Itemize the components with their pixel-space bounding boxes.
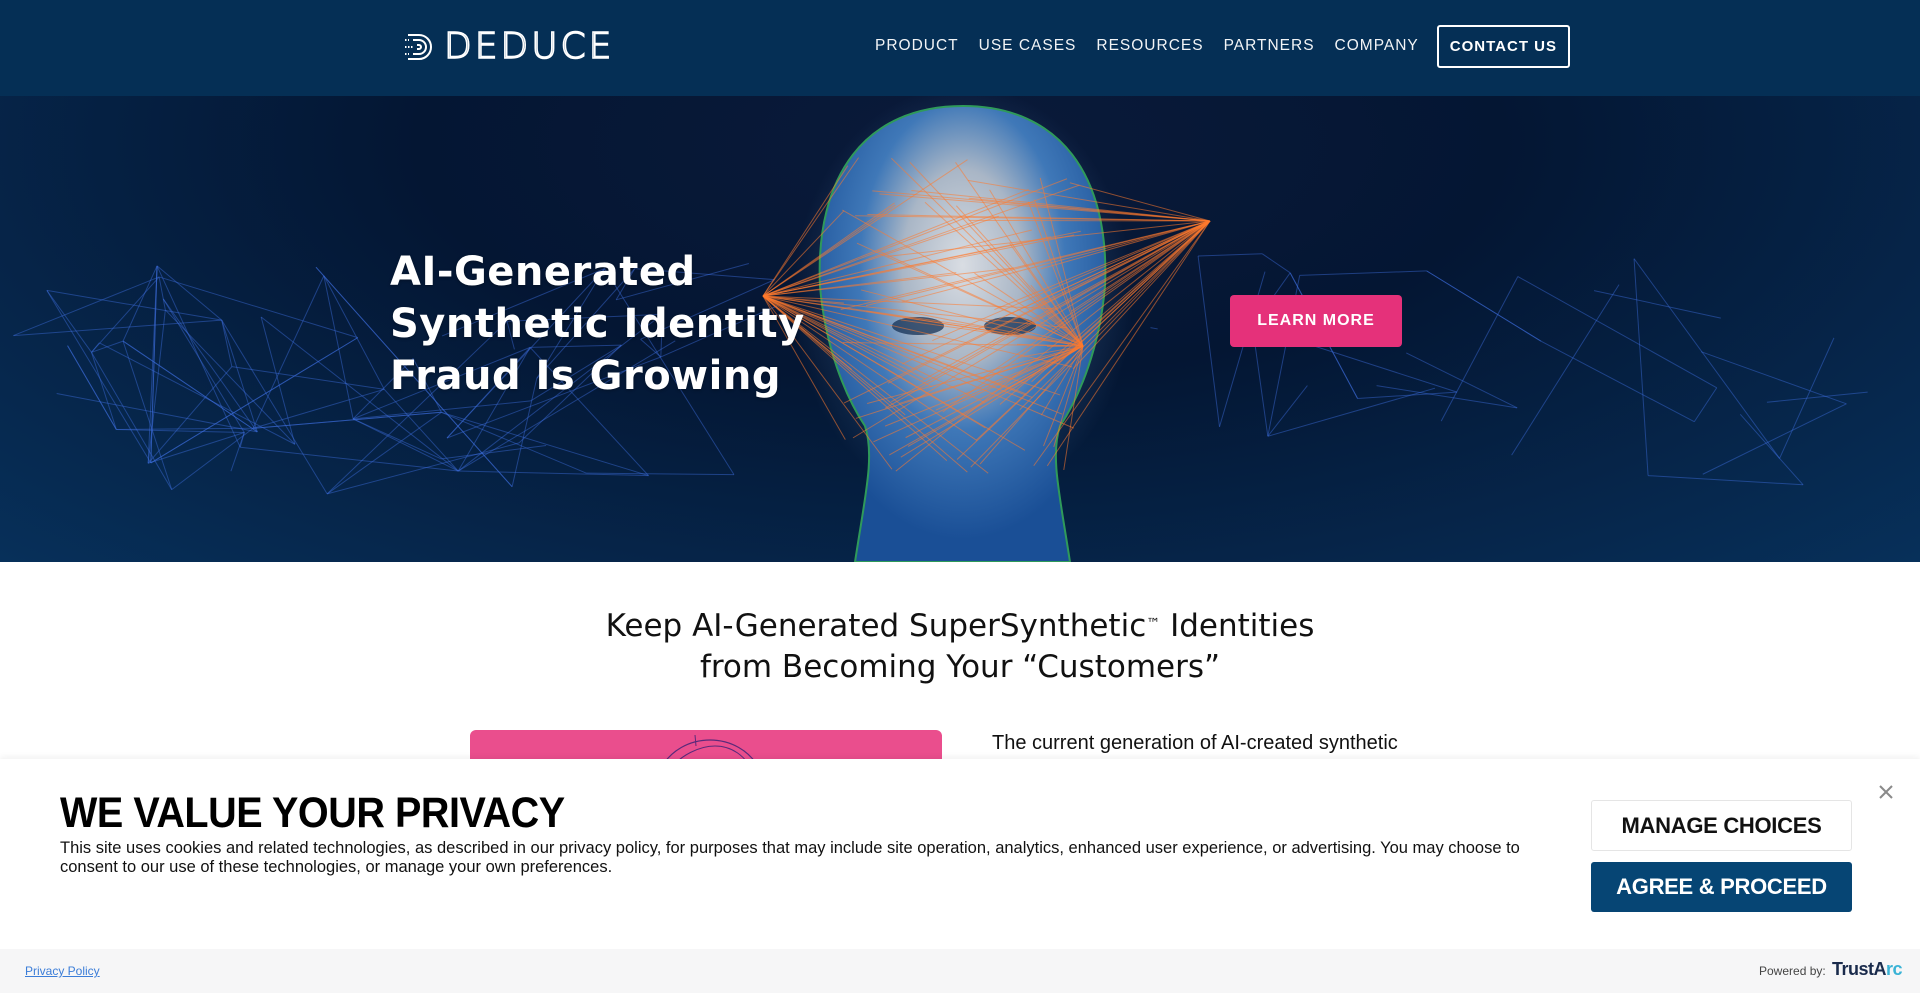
network-line xyxy=(91,276,160,353)
site-header: DEDUCE PRODUCT USE CASES RESOURCES PARTN… xyxy=(0,0,1920,96)
network-line xyxy=(158,276,358,339)
hero-title-line-2: Synthetic Identity xyxy=(390,301,805,347)
network-line xyxy=(1648,475,1804,486)
trustarc-logo-accent: rc xyxy=(1886,959,1903,979)
network-line xyxy=(221,319,328,495)
network-line xyxy=(1540,340,1695,423)
network-line xyxy=(1262,253,1291,274)
network-line xyxy=(162,298,258,433)
network-line xyxy=(1440,276,1519,422)
network-line xyxy=(122,265,158,342)
network-line xyxy=(147,431,245,464)
network-line xyxy=(1633,258,1780,459)
network-line xyxy=(1299,270,1427,276)
section-title-part-1: Keep AI-Generated SuperSynthetic xyxy=(605,608,1147,644)
network-line xyxy=(323,275,385,390)
hero-title-line-1: AI-Generated xyxy=(390,249,696,295)
network-line xyxy=(323,275,354,419)
learn-more-button[interactable]: LEARN MORE xyxy=(1230,295,1402,347)
hero-network-head-image xyxy=(13,96,1868,562)
nav-use-cases[interactable]: USE CASES xyxy=(979,37,1077,55)
section-title-part-2: Identities xyxy=(1160,608,1315,644)
network-line xyxy=(116,428,245,433)
manage-choices-button[interactable]: MANAGE CHOICES xyxy=(1591,800,1852,851)
network-line xyxy=(147,265,158,464)
network-line xyxy=(150,337,359,464)
network-line xyxy=(1693,387,1718,422)
network-line xyxy=(352,418,442,460)
network-line xyxy=(1511,284,1620,456)
network-line xyxy=(1150,327,1158,330)
deduce-logo[interactable]: DEDUCE xyxy=(404,26,615,67)
network-line xyxy=(252,275,325,429)
trustarc-logo-main: TrustA xyxy=(1832,959,1887,979)
logo-text: DEDUCE xyxy=(443,26,615,67)
network-line xyxy=(171,427,254,491)
network-line xyxy=(1198,253,1263,257)
cookie-footer: Privacy Policy Powered by: TrustArc xyxy=(0,949,1920,993)
hero-title-line-3: Fraud Is Growing xyxy=(390,353,781,399)
network-line xyxy=(1267,385,1308,437)
network-line xyxy=(1267,387,1436,437)
network-line xyxy=(122,340,173,490)
network-line xyxy=(1197,255,1221,427)
nav-product[interactable]: PRODUCT xyxy=(875,37,959,55)
network-line xyxy=(67,345,117,430)
network-line xyxy=(221,320,233,367)
network-line xyxy=(441,411,649,477)
network-line xyxy=(1406,352,1518,409)
nav-partners[interactable]: PARTNERS xyxy=(1224,37,1315,55)
network-line xyxy=(231,366,385,390)
deduce-logo-icon xyxy=(405,34,432,60)
network-line xyxy=(147,366,233,464)
network-line xyxy=(1357,391,1458,400)
hero-title: AI-Generated Synthetic Identity Fraud Is… xyxy=(390,246,810,402)
network-line xyxy=(91,352,173,490)
section-title-line-2: from Becoming Your “Customers” xyxy=(699,649,1221,685)
close-icon[interactable] xyxy=(1876,782,1896,802)
powered-by-label: Powered by: xyxy=(1759,964,1826,978)
agree-and-proceed-button[interactable]: AGREE & PROCEED xyxy=(1591,862,1852,912)
network-line xyxy=(91,352,117,430)
network-line xyxy=(56,393,258,433)
network-line xyxy=(147,309,166,464)
nav-company[interactable]: COMPANY xyxy=(1335,37,1419,55)
main-nav: PRODUCT USE CASES RESOURCES PARTNERS COM… xyxy=(875,24,1570,68)
network-line xyxy=(46,290,92,353)
cookie-description: This site uses cookies and related techn… xyxy=(60,839,1520,876)
network-line xyxy=(441,445,547,460)
privacy-policy-link[interactable]: Privacy Policy xyxy=(25,964,100,978)
contact-us-button[interactable]: CONTACT US xyxy=(1436,24,1570,68)
cookie-title: WE VALUE YOUR PRIVACY xyxy=(60,789,565,837)
network-line xyxy=(326,411,442,495)
hero-banner: AI-Generated Synthetic Identity Fraud Is… xyxy=(0,96,1920,562)
network-line xyxy=(1739,413,1804,486)
network-line xyxy=(1426,270,1542,342)
trademark-symbol: ™ xyxy=(1146,616,1161,632)
section-title: Keep AI-Generated SuperSynthetic™ Identi… xyxy=(0,606,1920,688)
body-text: The current generation of AI-created syn… xyxy=(992,732,1398,754)
trustarc-logo[interactable]: TrustArc xyxy=(1832,959,1903,980)
nav-resources[interactable]: RESOURCES xyxy=(1096,37,1203,55)
network-line xyxy=(122,340,258,433)
network-line xyxy=(1633,258,1649,476)
network-line xyxy=(1702,403,1847,475)
network-line xyxy=(1517,276,1717,389)
network-line xyxy=(441,411,587,474)
network-line xyxy=(230,432,245,472)
network-line xyxy=(116,427,254,430)
